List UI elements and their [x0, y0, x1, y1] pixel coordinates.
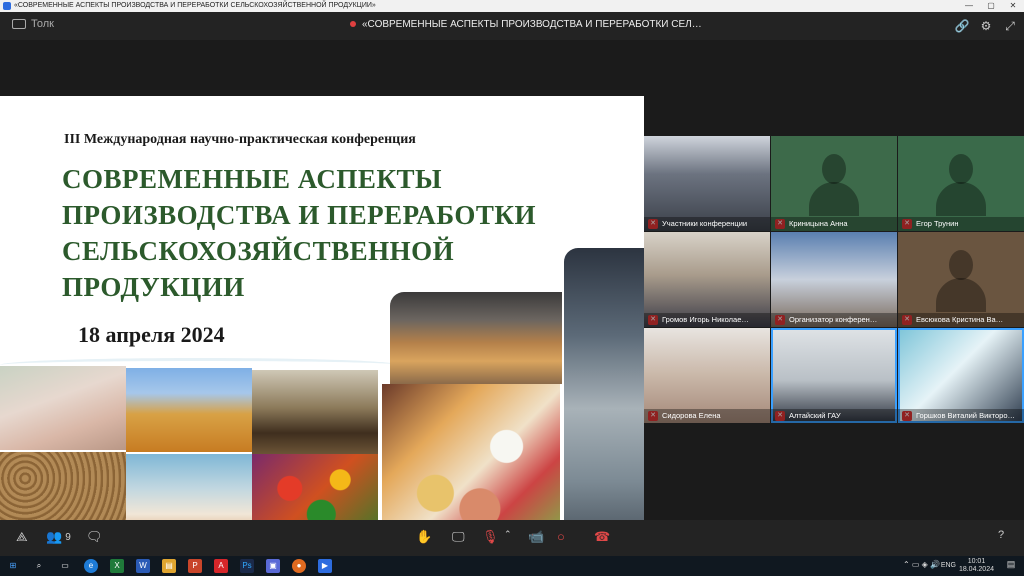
pigs-photo: [0, 366, 126, 450]
participant-tile[interactable]: ✕ Евсюкова Кристина Ва…: [898, 232, 1024, 327]
conference-stage: III Международная научно-практическая ко…: [0, 40, 1024, 540]
maximize-button[interactable]: ▢: [980, 0, 1002, 12]
window-controls: — ▢ ✕: [958, 0, 1024, 12]
close-button[interactable]: ✕: [1002, 0, 1024, 12]
screen-share-icon[interactable]: 🖵: [452, 529, 465, 545]
avatar-placeholder-icon: [936, 250, 986, 312]
cows-photo: [252, 370, 378, 454]
camera-icon[interactable]: 📹: [528, 529, 544, 545]
clock[interactable]: 10:01 18.04.2024: [959, 558, 994, 574]
avatar-placeholder-icon: [809, 154, 859, 216]
participant-tile[interactable]: ✕ Участники конференции: [644, 136, 770, 231]
slide-title-line-2: ПРОИЗВОДСТВА И ПЕРЕРАБОТКИ: [62, 200, 536, 230]
participants-icon: 👥: [46, 529, 63, 544]
link-icon[interactable]: 🔗: [954, 18, 970, 34]
windows-start-icon[interactable]: ⊞: [6, 559, 20, 573]
meeting-toolbar: ⟁ 👥 9 🗨 ✋ 🖵 🎙 ⌃ 📹 ○ ☎ ?: [0, 520, 1024, 556]
avatar-placeholder-icon: [936, 154, 986, 216]
acrobat-icon[interactable]: A: [214, 559, 228, 573]
participant-name: Евсюкова Кристина Ва…: [898, 313, 1024, 327]
raise-hand-icon[interactable]: ✋: [416, 529, 432, 545]
meeting-title-text: «СОВРЕМЕННЫЕ АСПЕКТЫ ПРОИЗВОДСТВА И ПЕРЕ…: [362, 19, 702, 30]
shared-screen-slide: III Международная научно-практическая ко…: [0, 96, 644, 540]
participant-tile[interactable]: ✕ Егор Трунин: [898, 136, 1024, 231]
participant-name: Егор Трунин: [898, 217, 1024, 231]
excel-icon[interactable]: X: [110, 559, 124, 573]
window-title: «СОВРЕМЕННЫЕ АСПЕКТЫ ПРОИЗВОДСТВА И ПЕРЕ…: [14, 2, 376, 9]
language-indicator[interactable]: ENG: [941, 562, 956, 569]
file-explorer-icon[interactable]: ▤: [162, 559, 176, 573]
windows-taskbar: ⊞ ⌕ ▭ e X W ▤ P A Ps ▣ ● ▶ ⌃ ▭ ◈ 🔊 ENG 1…: [0, 556, 1024, 576]
powerpoint-icon[interactable]: P: [188, 559, 202, 573]
help-button[interactable]: ?: [998, 529, 1004, 541]
participant-tile[interactable]: ✕ Криницына Анна: [771, 136, 897, 231]
wheat-photo: [126, 368, 252, 452]
participants-button[interactable]: 👥 9: [46, 529, 71, 545]
screen-icon: [12, 19, 26, 29]
participant-name: Криницына Анна: [771, 217, 897, 231]
word-icon[interactable]: W: [136, 559, 150, 573]
factory-photo: [564, 248, 644, 540]
meeting-title: «СОВРЕМЕННЫЕ АСПЕКТЫ ПРОИЗВОДСТВА И ПЕРЕ…: [350, 19, 702, 30]
edge-browser-icon[interactable]: e: [84, 559, 98, 573]
food-products-photo: [382, 384, 560, 540]
app-icon: [3, 2, 11, 10]
slide-title-line-1: СОВРЕМЕННЫЕ АСПЕКТЫ: [62, 164, 443, 194]
chevron-up-icon[interactable]: ⌃: [504, 529, 512, 540]
photoshop-icon[interactable]: Ps: [240, 559, 254, 573]
participant-name: Сидорова Елена: [644, 409, 770, 423]
participant-name: Громов Игорь Николае…: [644, 313, 770, 327]
system-tray-icons[interactable]: ⌃ ▭ ◈ 🔊: [903, 560, 940, 569]
slide-title-line-3: СЕЛЬСКОХОЗЯЙСТВЕННОЙ: [62, 236, 455, 266]
clock-time: 10:01: [967, 558, 986, 565]
settings-gear-icon[interactable]: ⚙: [978, 18, 994, 34]
shapes-icon[interactable]: ⟁: [16, 529, 28, 545]
search-icon[interactable]: ⌕: [32, 559, 46, 573]
meeting-header: Толк «СОВРЕМЕННЫЕ АСПЕКТЫ ПРОИЗВОДСТВА И…: [0, 12, 1024, 40]
participant-name: Организатор конферен…: [771, 313, 897, 327]
app-logo[interactable]: Толк: [12, 18, 54, 30]
task-view-icon[interactable]: ▭: [58, 559, 72, 573]
microphone-muted-icon[interactable]: 🎙: [482, 529, 499, 545]
participant-count: 9: [65, 531, 71, 543]
record-icon[interactable]: ○: [557, 529, 565, 544]
slide-title-line-4: ПРОДУКЦИИ: [62, 272, 245, 302]
app-name: Толк: [31, 18, 54, 30]
minimize-button[interactable]: —: [958, 0, 980, 12]
chat-icon[interactable]: 🗨: [86, 529, 103, 545]
participant-name: Участники конференции: [644, 217, 770, 231]
participant-tile-active[interactable]: ✕ Горшков Виталий Викторо…: [898, 328, 1024, 423]
participant-name: Горшков Виталий Викторо…: [898, 409, 1024, 423]
participant-tile[interactable]: ✕ Громов Игорь Николае…: [644, 232, 770, 327]
participant-grid: ✕ Участники конференции ✕ Криницына Анна…: [644, 136, 1024, 424]
talk-app-taskbar-icon[interactable]: ▶: [318, 559, 332, 573]
fullscreen-icon[interactable]: ⤢: [1002, 18, 1018, 34]
window-titlebar: «СОВРЕМЕННЫЕ АСПЕКТЫ ПРОИЗВОДСТВА И ПЕРЕ…: [0, 0, 1024, 12]
bakery-photo: [390, 292, 562, 384]
participant-name: Алтайский ГАУ: [771, 409, 897, 423]
clock-date: 18.04.2024: [958, 566, 994, 573]
hang-up-icon[interactable]: ☎: [594, 529, 610, 545]
participant-tile[interactable]: ✕ Сидорова Елена: [644, 328, 770, 423]
save-icon[interactable]: ▣: [266, 559, 280, 573]
firefox-icon[interactable]: ●: [292, 559, 306, 573]
participant-tile[interactable]: ✕ Организатор конферен…: [771, 232, 897, 327]
slide-date: 18 апреля 2024: [78, 322, 225, 347]
participant-tile-active[interactable]: ✕ Алтайский ГАУ: [771, 328, 897, 423]
recording-indicator-icon: [350, 21, 356, 28]
notification-icon[interactable]: ▤: [1004, 559, 1018, 573]
header-actions: 🔗 ⚙ ⤢: [954, 18, 1018, 34]
slide-subtitle: III Международная научно-практическая ко…: [64, 132, 416, 147]
